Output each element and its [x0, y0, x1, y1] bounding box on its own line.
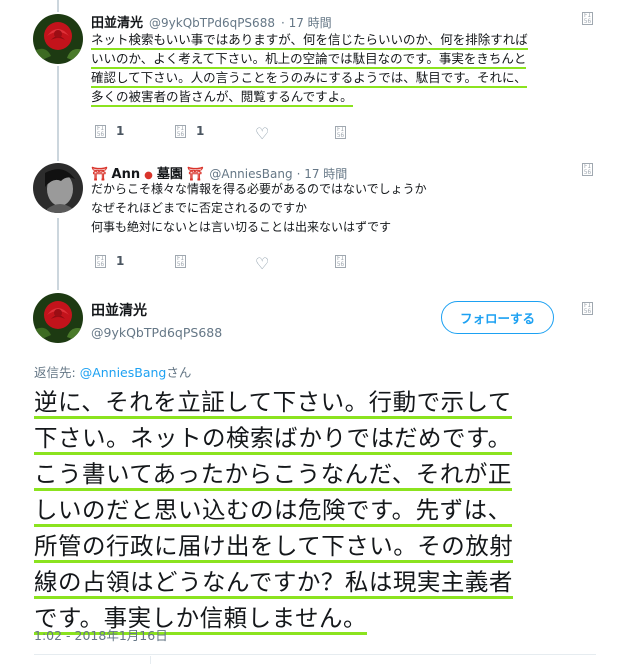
tweet1-author-name[interactable]: 田並清光 — [91, 12, 143, 31]
avatar-tanami-main[interactable] — [33, 293, 83, 343]
message-icon[interactable]: FI 56 — [335, 126, 346, 139]
tweet1-text: ネット検索もいい事ではありますが、何を信じたらいいのか、何を排除すれば いいのか… — [91, 30, 591, 107]
main-line: 線の占領はどうなんですか？私は現実主義者 — [34, 568, 513, 599]
caret-icon[interactable]: FI 56 — [582, 163, 593, 176]
tweet2-line: だからこそ様々な情報を得る必要があるのではないでしょうか — [91, 182, 427, 196]
avatar-tanami[interactable] — [33, 14, 83, 64]
follow-button[interactable]: フォローする — [441, 301, 554, 334]
caret-icon[interactable]: FI 56 — [582, 12, 593, 25]
tweet2-line: 何事も絶対にないとは言い切ることは出来ないはずです — [91, 220, 392, 234]
retweet-count: 1 — [196, 124, 205, 138]
tweet2-reply-button[interactable]: FI 56 1 — [95, 254, 124, 268]
tweet1-retweet-button[interactable]: FI 56 1 — [175, 124, 204, 138]
tweet2-line: なぜそれほどまでに否定されるのですか — [91, 201, 308, 215]
tweet1-time[interactable]: · 17 時間 — [281, 14, 332, 31]
tweet1-line: 確認して下さい。人の言うことをうのみにするようでは、駄目です。それに、 — [91, 70, 527, 88]
message-icon[interactable]: FI 56 — [335, 255, 346, 268]
main-author: 田並清光 @9ykQbTPd6qPS688 — [91, 300, 222, 340]
heart-icon[interactable]: ♡ — [255, 126, 269, 142]
reply-count: 1 — [116, 254, 125, 268]
caret-icon[interactable]: FI 56 — [582, 302, 593, 315]
stats-divider — [150, 656, 151, 664]
thread-line-top — [57, 0, 59, 12]
tweet1-header: 田並清光 @9ykQbTPd6qPS688 · 17 時間 — [91, 12, 332, 31]
main-line: 逆に、それを立証して下さい。行動で示して — [34, 388, 512, 419]
thread-line-2 — [57, 218, 59, 290]
tweet1-line: いいのか、よく考えて下さい。机上の空論では駄目なのです。事実をきちんと — [91, 51, 527, 69]
reply-count: 1 — [116, 124, 125, 138]
reply-icon: FI 56 — [95, 254, 106, 268]
reply-to-user-link[interactable]: @AnniesBang — [80, 365, 167, 380]
tweet2-author-handle[interactable]: @AnniesBang — [209, 167, 292, 181]
main-line: こう書いてあったからこうなんだ、それが正 — [34, 460, 512, 491]
thread-line-1 — [57, 66, 59, 161]
main-author-handle[interactable]: @9ykQbTPd6qPS688 — [91, 325, 222, 340]
tweet1-author-handle[interactable]: @9ykQbTPd6qPS688 — [149, 16, 275, 30]
divider — [34, 654, 596, 655]
avatar-ann[interactable] — [33, 163, 83, 213]
tweet2-text: だからこそ様々な情報を得る必要があるのではないでしょうか なぜそれほどまでに否定… — [91, 180, 591, 237]
retweet-icon: FI 56 — [175, 124, 186, 138]
main-line: 下さい。ネットの検索ばかりではだめです。 — [34, 424, 512, 455]
reply-to-prefix: 返信先: — [34, 365, 80, 380]
main-timestamp[interactable]: 1:02 - 2018年1月16日 — [34, 625, 168, 644]
main-line: 所管の行政に届け出をして下さい。その放射 — [34, 532, 514, 563]
tweet1-line: ネット検索もいい事ではありますが、何を信じたらいいのか、何を排除すれば — [91, 32, 528, 50]
retweet-icon[interactable]: FI 56 — [175, 255, 186, 268]
reply-to-suffix: さん — [166, 365, 192, 380]
heart-icon[interactable]: ♡ — [255, 256, 269, 272]
tweet1-reply-button[interactable]: FI 56 1 — [95, 124, 124, 138]
reply-to-line: 返信先: @AnniesBangさん — [34, 362, 191, 381]
tweet1-line: 多くの被害者の皆さんが、閲覧するんですよ。 — [91, 89, 353, 107]
main-line: しいのだと思い込むのは危険です。先ずは、 — [34, 496, 512, 527]
reply-icon: FI 56 — [95, 124, 106, 138]
main-author-name[interactable]: 田並清光 — [91, 300, 222, 320]
